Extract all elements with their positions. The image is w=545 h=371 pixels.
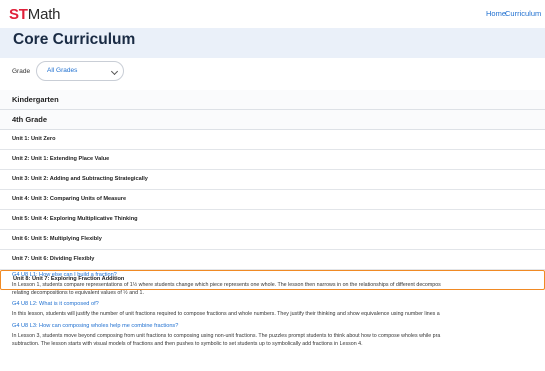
unit-row[interactable]: Unit 1: Unit Zero [0, 130, 545, 150]
logo-math: Math [27, 6, 61, 23]
unit-title: Unit 4: Unit 3: Comparing Units of Measu… [12, 196, 127, 202]
chevron-down-icon [110, 67, 119, 76]
unit-title: Unit 1: Unit Zero [12, 136, 56, 142]
unit-row[interactable]: Unit 7: Unit 6: Dividing Flexibly [0, 250, 545, 270]
nav-home-link[interactable]: Home [486, 9, 506, 18]
lesson-link[interactable]: G4 U8 L3: How can composing wholes help … [12, 323, 178, 329]
unit-row[interactable]: Unit 2: Unit 1: Extending Place Value [0, 150, 545, 170]
st-math-logo[interactable]: STMath [9, 6, 61, 23]
grade-section-title: 4th Grade [12, 115, 48, 124]
unit-title: Unit 2: Unit 1: Extending Place Value [12, 156, 110, 162]
lesson-description: In Lesson 3, students move beyond compos… [12, 333, 441, 339]
unit-title: Unit 6: Unit 5: Multiplying Flexibly [12, 236, 102, 242]
unit-row[interactable]: Unit 4: Unit 3: Comparing Units of Measu… [0, 190, 545, 210]
unit-row[interactable]: Unit 3: Unit 2: Adding and Subtracting S… [0, 170, 545, 190]
lesson-description: relating decompositions to equivalent va… [12, 290, 144, 296]
unit-title: Unit 5: Unit 4: Exploring Multiplicative… [12, 216, 138, 222]
lesson-link[interactable]: G4 U8 L2: What is it composed of? [12, 301, 99, 307]
lesson-link[interactable]: G4 U8 L1: How else can I build a fractio… [12, 272, 117, 278]
grade-section-title: Kindergarten [12, 95, 59, 104]
grade-select-value: All Grades [47, 67, 78, 74]
grade-section-kindergarten[interactable]: Kindergarten [0, 90, 545, 110]
page-header: Core Curriculum [0, 28, 545, 58]
grade-filter-label: Grade [12, 68, 31, 75]
lesson-description: subtraction. The lesson starts with visu… [12, 341, 363, 347]
unit-title: Unit 7: Unit 6: Dividing Flexibly [12, 256, 95, 262]
top-bar: STMath Home Curriculum [0, 0, 545, 28]
nav-curriculum-link[interactable]: Curriculum [505, 9, 541, 18]
grade-select[interactable]: All Grades [36, 61, 124, 81]
unit-row[interactable]: Unit 6: Unit 5: Multiplying Flexibly [0, 230, 545, 250]
page-title: Core Curriculum [13, 31, 136, 48]
grade-section-4th-grade[interactable]: 4th Grade [0, 110, 545, 130]
logo-st: ST [9, 6, 28, 23]
unit-title: Unit 3: Unit 2: Adding and Subtracting S… [12, 176, 148, 182]
unit-row[interactable]: Unit 5: Unit 4: Exploring Multiplicative… [0, 210, 545, 230]
lesson-description: In Lesson 1, students compare representa… [12, 282, 441, 288]
lesson-description: In this lesson, students will justify th… [12, 311, 440, 317]
